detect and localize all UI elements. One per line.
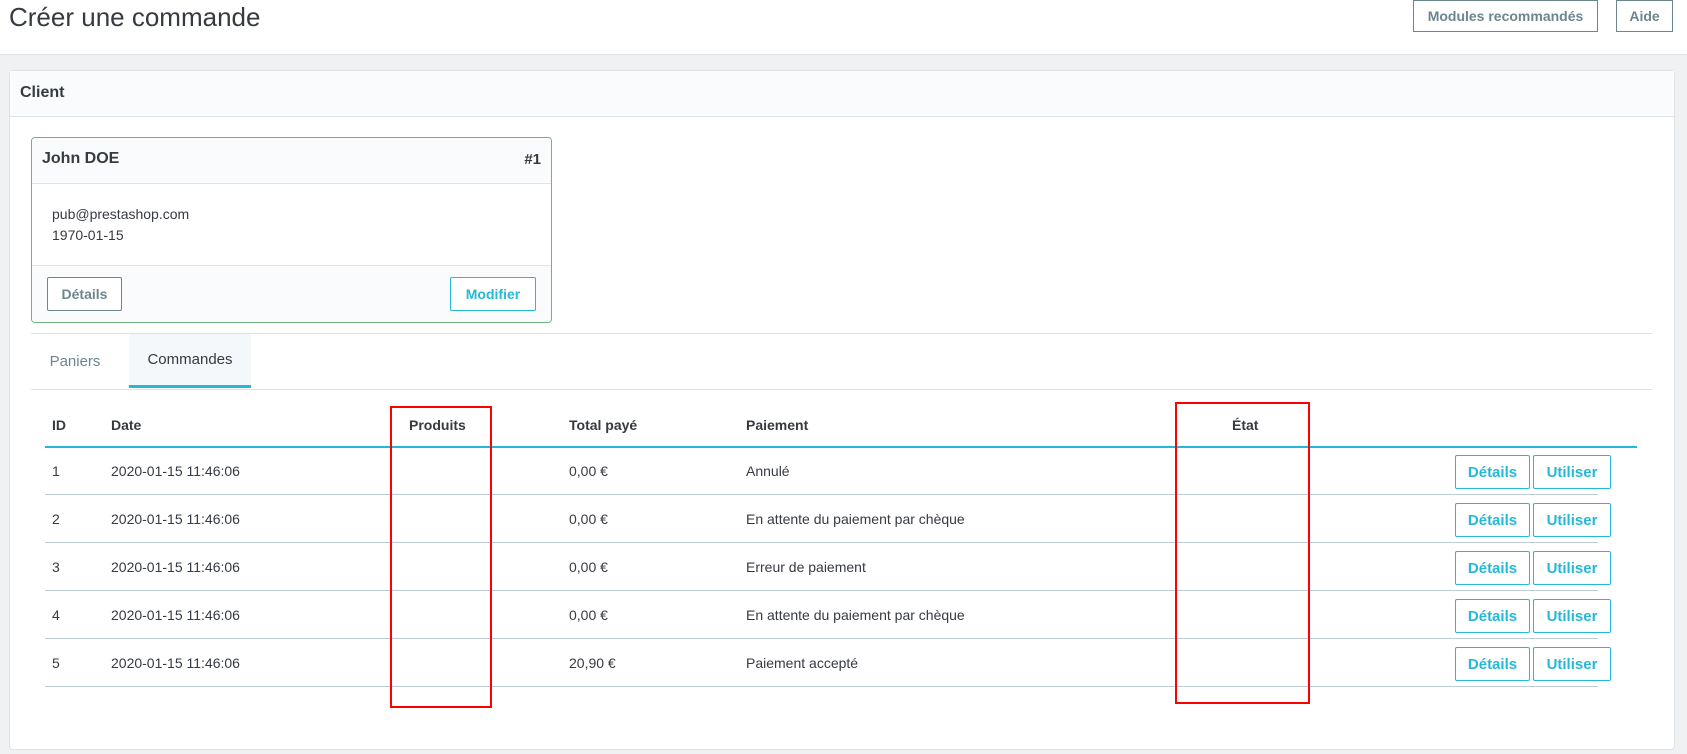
- order-payment: En attente du paiement par chèque: [746, 511, 965, 527]
- customer-email: pub@prestashop.com: [52, 206, 190, 222]
- customer-name: John DOE: [42, 150, 120, 167]
- order-payment: Paiement accepté: [746, 655, 859, 671]
- order-use-button[interactable]: Utiliser: [1533, 455, 1611, 489]
- order-details-button[interactable]: Détails: [1455, 599, 1530, 633]
- column-header-id: ID: [52, 417, 66, 433]
- column-header-date: Date: [111, 417, 142, 433]
- customer-birthday: 1970-01-15: [52, 227, 124, 243]
- column-header-products: Produits: [409, 417, 466, 433]
- order-payment: En attente du paiement par chèque: [746, 607, 965, 623]
- order-use-button[interactable]: Utiliser: [1533, 551, 1611, 585]
- order-total: 0,00 €: [569, 559, 608, 575]
- order-use-button[interactable]: Utiliser: [1533, 599, 1611, 633]
- recommended-modules-button[interactable]: Modules recommandés: [1413, 0, 1598, 32]
- customer-details-button[interactable]: Détails: [47, 277, 122, 311]
- order-total: 0,00 €: [569, 511, 608, 527]
- customer-card: John DOE #1 pub@prestashop.com 1970-01-1…: [31, 137, 552, 323]
- order-id: 5: [52, 655, 60, 671]
- table-row: 1 2020-01-15 11:46:06 0,00 € Annulé Déta…: [45, 448, 1611, 495]
- order-id: 2: [52, 511, 60, 527]
- panel-title: Client: [20, 84, 65, 101]
- panel-heading: Client: [10, 71, 1674, 117]
- order-details-button[interactable]: Détails: [1455, 455, 1530, 489]
- order-date: 2020-01-15 11:46:06: [111, 607, 240, 623]
- customer-edit-button[interactable]: Modifier: [450, 277, 536, 311]
- customer-panel: Client John DOE #1 pub@prestashop.com 19…: [9, 70, 1675, 750]
- tab-carts[interactable]: Paniers: [31, 334, 119, 388]
- order-date: 2020-01-15 11:46:06: [111, 463, 240, 479]
- order-payment: Annulé: [746, 463, 790, 479]
- tab-orders[interactable]: Commandes: [129, 334, 251, 388]
- order-details-button[interactable]: Détails: [1455, 503, 1530, 537]
- table-row: 4 2020-01-15 11:46:06 0,00 € En attente …: [45, 592, 1611, 639]
- customer-id: #1: [524, 151, 541, 168]
- order-total: 0,00 €: [569, 463, 608, 479]
- page-title: Créer une commande: [9, 2, 261, 32]
- help-button[interactable]: Aide: [1616, 0, 1673, 32]
- column-header-total: Total payé: [569, 417, 638, 433]
- table-row: 5 2020-01-15 11:46:06 20,90 € Paiement a…: [45, 640, 1611, 687]
- page-header: Créer une commande Modules recommandés A…: [0, 0, 1687, 55]
- order-id: 1: [52, 463, 60, 479]
- order-total: 0,00 €: [569, 607, 608, 623]
- customer-card-footer: Détails Modifier: [32, 265, 551, 322]
- table-row: 3 2020-01-15 11:46:06 0,00 € Erreur de p…: [45, 544, 1611, 591]
- order-use-button[interactable]: Utiliser: [1533, 503, 1611, 537]
- order-id: 3: [52, 559, 60, 575]
- order-use-button[interactable]: Utiliser: [1533, 647, 1611, 681]
- order-date: 2020-01-15 11:46:06: [111, 655, 240, 671]
- order-date: 2020-01-15 11:46:06: [111, 511, 240, 527]
- customer-tabs: Paniers Commandes: [31, 334, 1652, 390]
- table-row: 2 2020-01-15 11:46:06 0,00 € En attente …: [45, 496, 1611, 543]
- order-date: 2020-01-15 11:46:06: [111, 559, 240, 575]
- order-id: 4: [52, 607, 60, 623]
- column-header-payment: Paiement: [746, 417, 809, 433]
- order-total: 20,90 €: [569, 655, 616, 671]
- order-details-button[interactable]: Détails: [1455, 647, 1530, 681]
- order-payment: Erreur de paiement: [746, 559, 866, 575]
- customer-card-header: John DOE #1: [32, 138, 551, 184]
- column-header-state: État: [1232, 417, 1259, 433]
- order-details-button[interactable]: Détails: [1455, 551, 1530, 585]
